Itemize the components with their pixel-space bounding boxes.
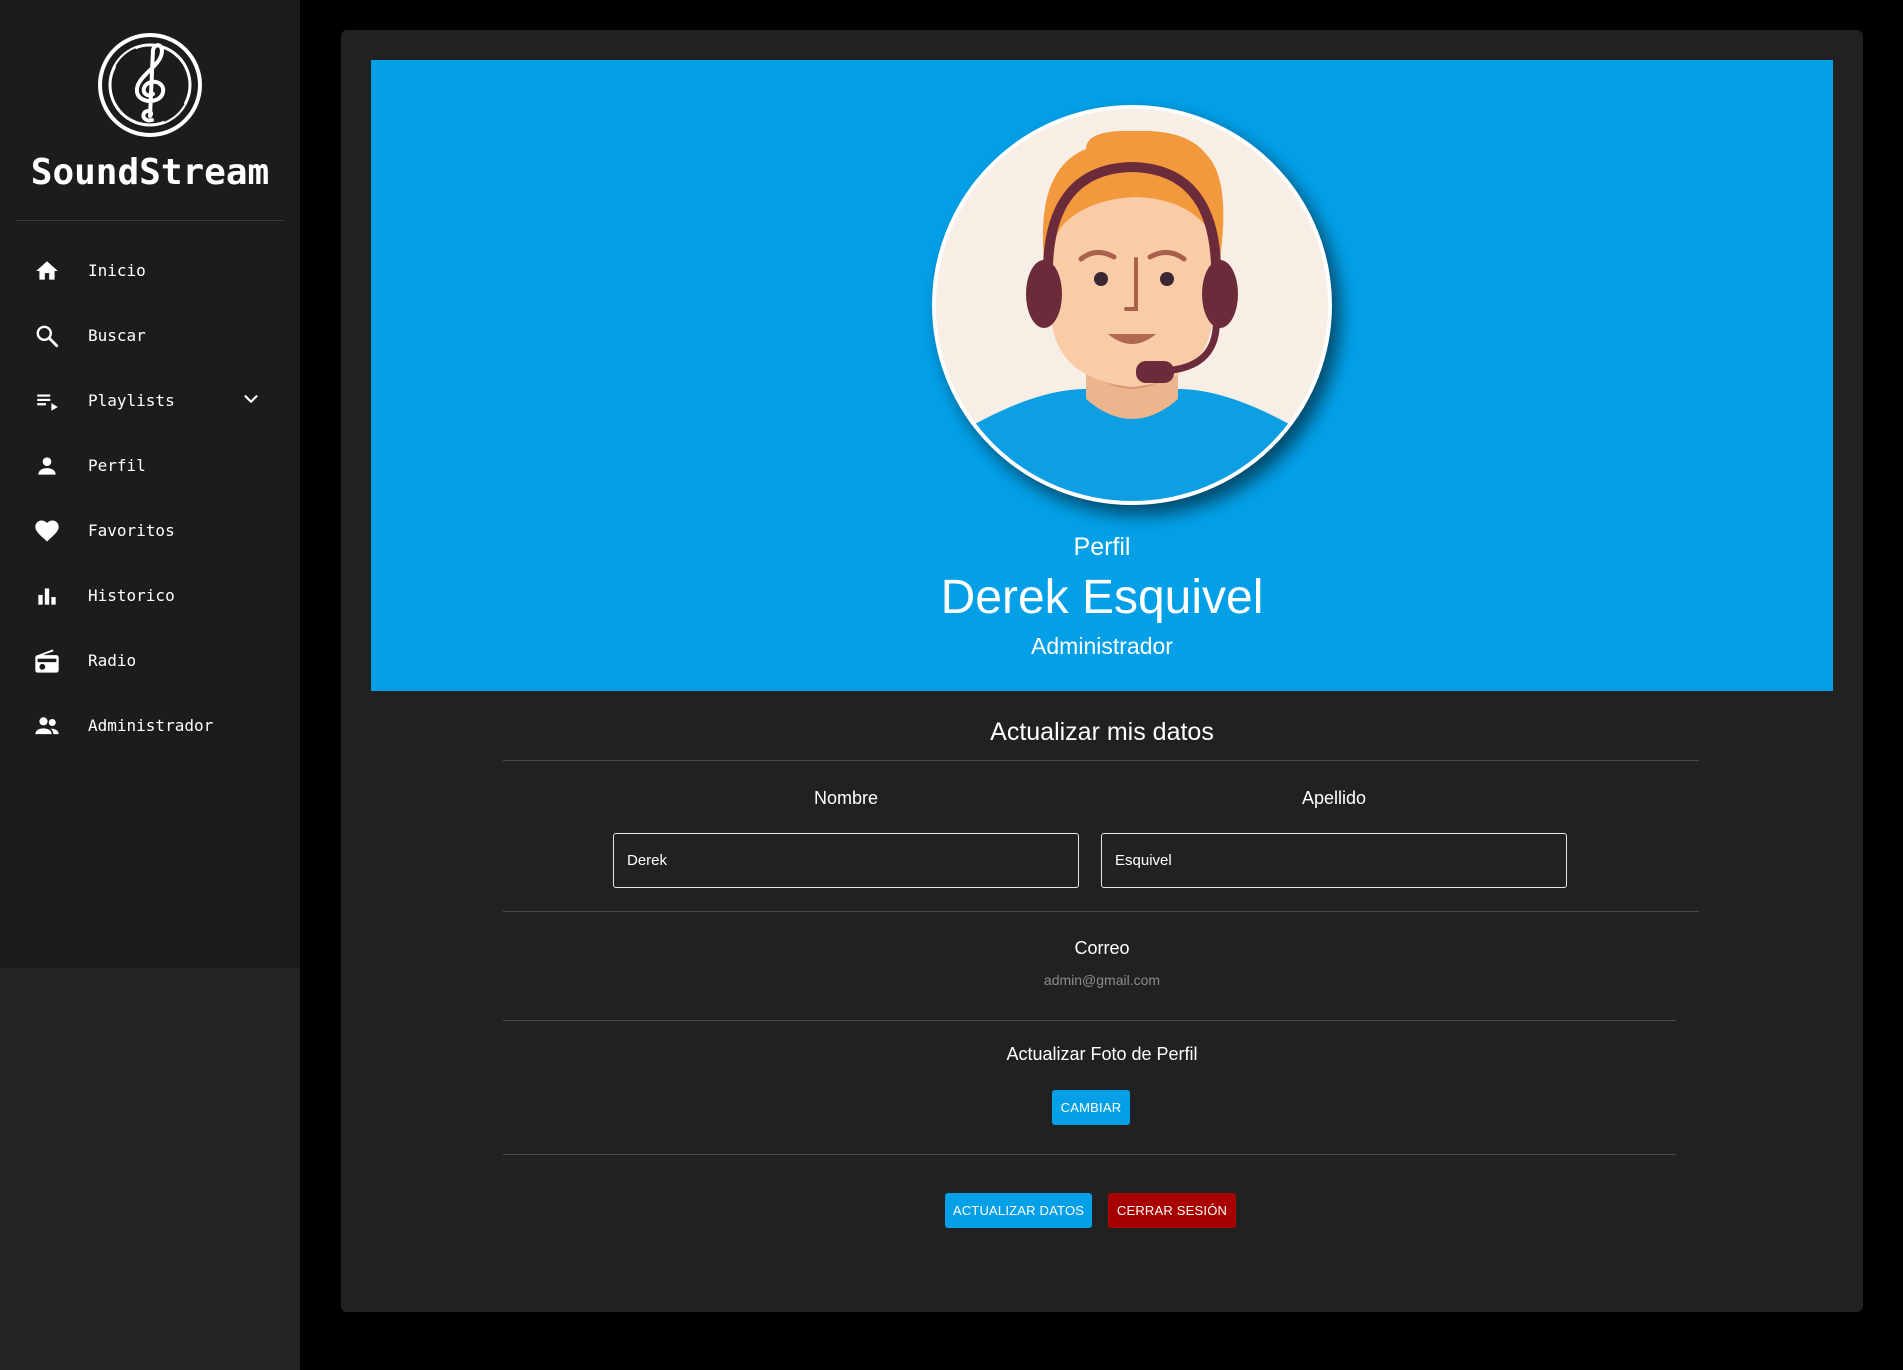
person-icon <box>32 451 62 481</box>
divider <box>503 760 1699 761</box>
sidebar-item-label: Administrador <box>88 716 214 735</box>
sidebar-item-label: Playlists <box>88 391 175 410</box>
email-label: Correo <box>1074 938 1130 958</box>
playlist-icon <box>32 386 62 416</box>
sidebar-item-label: Buscar <box>88 326 146 345</box>
last-name-input[interactable] <box>1101 833 1567 888</box>
sidebar-item-historico[interactable]: Historico <box>0 563 300 628</box>
photo-label: Actualizar Foto de Perfil <box>1006 1044 1198 1064</box>
sidebar-item-radio[interactable]: Radio <box>0 628 300 693</box>
change-photo-button[interactable]: CAMBIAR <box>1052 1090 1130 1125</box>
people-icon <box>32 711 62 741</box>
logo[interactable] <box>0 30 300 140</box>
sidebar-item-buscar[interactable]: Buscar <box>0 303 300 368</box>
sidebar-item-perfil[interactable]: Perfil <box>0 433 300 498</box>
email-value: admin@gmail.com <box>1043 972 1161 988</box>
profile-header: Perfil Derek Esquivel Administrador <box>371 60 1833 691</box>
sidebar-item-inicio[interactable]: Inicio <box>0 238 300 303</box>
sidebar-item-playlists[interactable]: Playlists <box>0 368 300 433</box>
sidebar-item-label: Perfil <box>88 456 146 475</box>
first-name-input[interactable] <box>613 833 1079 888</box>
sidebar: SoundStream Inicio Buscar Playlists Perf… <box>0 0 300 1370</box>
sidebar-item-label: Historico <box>88 586 175 605</box>
sidebar-item-favoritos[interactable]: Favoritos <box>0 498 300 563</box>
sidebar-item-label: Radio <box>88 651 137 670</box>
radio-icon <box>32 646 62 676</box>
last-name-label: Apellido <box>1301 788 1367 808</box>
sidebar-divider <box>16 220 284 221</box>
heart-icon <box>32 516 62 546</box>
divider <box>503 911 1699 912</box>
profile-subtitle: Perfil <box>1073 533 1131 561</box>
bar-chart-icon <box>32 581 62 611</box>
update-data-button[interactable]: ACTUALIZAR DATOS <box>945 1193 1092 1228</box>
chevron-down-icon[interactable] <box>240 388 262 415</box>
sidebar-item-label: Favoritos <box>88 521 175 540</box>
search-icon <box>32 321 62 351</box>
sidebar-item-label: Inicio <box>88 261 146 280</box>
form-title: Actualizar mis datos <box>990 718 1214 746</box>
logout-button[interactable]: CERRAR SESIÓN <box>1108 1193 1236 1228</box>
profile-role: Administrador <box>1031 633 1173 659</box>
divider <box>503 1020 1676 1021</box>
profile-name: Derek Esquivel <box>940 571 1264 624</box>
sidebar-nav: Inicio Buscar Playlists Perfil Favoritos… <box>0 238 300 758</box>
avatar <box>932 105 1332 505</box>
profile-card: Perfil Derek Esquivel Administrador Actu… <box>341 30 1863 1312</box>
sidebar-item-administrador[interactable]: Administrador <box>0 693 300 758</box>
first-name-label: Nombre <box>813 788 879 808</box>
home-icon <box>32 256 62 286</box>
brand-name: SoundStream <box>30 152 270 193</box>
avatar-illustration <box>936 109 1328 501</box>
divider <box>503 1154 1676 1155</box>
treble-clef-logo-icon <box>98 33 202 137</box>
